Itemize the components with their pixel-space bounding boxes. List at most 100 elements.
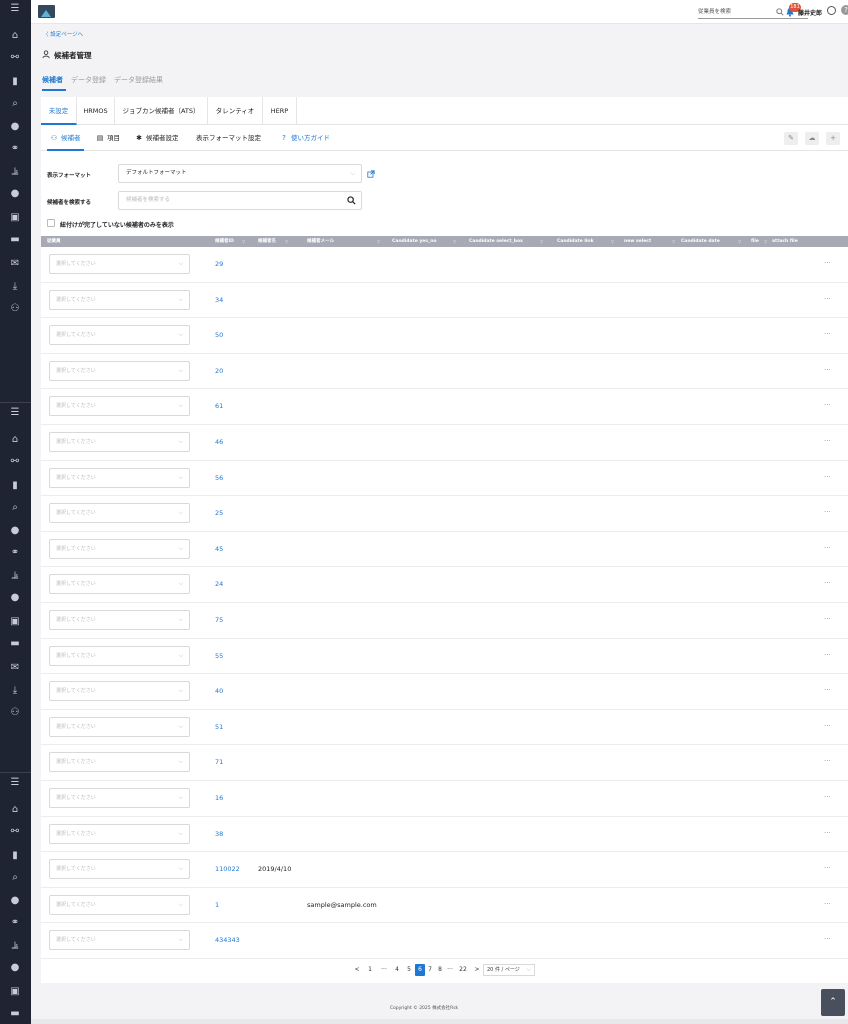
- subtab-candidates[interactable]: ⚇ 候補者: [47, 125, 84, 151]
- column-header[interactable]: file: [751, 236, 759, 247]
- more-actions-icon[interactable]: ···: [824, 318, 831, 353]
- employee-select[interactable]: 選択してください ⌵: [49, 503, 190, 524]
- external-link-icon[interactable]: [367, 170, 375, 178]
- candidate-id-link[interactable]: 45: [215, 532, 223, 567]
- book-icon[interactable]: ▬: [8, 637, 22, 651]
- more-actions-icon[interactable]: ···: [824, 745, 831, 780]
- employee-select[interactable]: 選択してください ⌵: [49, 538, 190, 559]
- employee-select[interactable]: 選択してください ⌵: [49, 325, 190, 346]
- subtab-candidate-settings[interactable]: ✱ 候補者設定: [135, 125, 178, 151]
- scroll-to-top-button[interactable]: ⌃: [821, 989, 845, 1016]
- more-actions-icon[interactable]: ···: [824, 639, 831, 674]
- more-actions-icon[interactable]: ···: [824, 532, 831, 567]
- org-chart-icon[interactable]: ⚯: [8, 455, 22, 469]
- user-settings-icon[interactable]: ⚇: [8, 302, 22, 316]
- employee-select[interactable]: 選択してください ⌵: [49, 396, 190, 417]
- help-icon[interactable]: ?: [841, 5, 848, 15]
- column-header[interactable]: Candidate link: [557, 236, 594, 247]
- more-actions-icon[interactable]: ···: [824, 283, 831, 318]
- unlinked-only-checkbox[interactable]: [47, 219, 55, 227]
- column-header[interactable]: 従業員: [47, 236, 61, 247]
- chat-icon[interactable]: ●: [8, 524, 22, 538]
- candidate-id-link[interactable]: 110022: [215, 852, 240, 887]
- tab-registration-results[interactable]: データ登録結果: [114, 75, 163, 85]
- filter-icon[interactable]: ▽: [672, 236, 675, 247]
- page-button[interactable]: ···: [380, 964, 388, 976]
- filter-icon[interactable]: ▽: [242, 236, 245, 247]
- page-button[interactable]: 4: [393, 964, 401, 976]
- search-icon[interactable]: ⌕: [8, 501, 22, 515]
- chat-icon[interactable]: ●: [8, 120, 22, 134]
- employee-select[interactable]: 選択してください ⌵: [49, 432, 190, 452]
- candidate-id-link[interactable]: 51: [215, 710, 223, 745]
- page-size-select[interactable]: 20 件 / ページ ⌵: [483, 964, 535, 976]
- candidate-id-link[interactable]: 46: [215, 425, 223, 460]
- page-button[interactable]: 6: [415, 964, 425, 976]
- column-header[interactable]: 候補者ID: [215, 236, 234, 247]
- tab-herp[interactable]: HERP: [263, 97, 297, 125]
- home-icon[interactable]: ⌂: [8, 29, 22, 43]
- candidate-id-link[interactable]: 38: [215, 817, 223, 852]
- more-actions-icon[interactable]: ···: [824, 674, 831, 709]
- id-card-icon[interactable]: ▣: [8, 985, 22, 999]
- link-icon[interactable]: ⚭: [8, 142, 22, 156]
- column-header[interactable]: Candidate yes_no: [392, 236, 437, 247]
- candidate-id-link[interactable]: 55: [215, 639, 223, 674]
- chart-icon[interactable]: ⫡: [8, 939, 22, 953]
- employee-select[interactable]: 選択してください ⌵: [49, 788, 190, 808]
- more-actions-icon[interactable]: ···: [824, 710, 831, 745]
- prev-page-button[interactable]: <: [353, 964, 361, 976]
- menu-icon[interactable]: ☰: [8, 2, 22, 16]
- employee-select[interactable]: 選択してください ⌵: [49, 254, 190, 274]
- column-header[interactable]: 候補者メール: [307, 236, 334, 247]
- employee-select[interactable]: 選択してください ⌵: [49, 574, 190, 595]
- candidate-id-link[interactable]: 29: [215, 247, 223, 282]
- edit-button[interactable]: ✎: [784, 132, 798, 145]
- more-actions-icon[interactable]: ···: [824, 354, 831, 389]
- employee-select[interactable]: 選択してください ⌵: [49, 610, 190, 630]
- candidate-id-link[interactable]: 34: [215, 283, 223, 318]
- column-header[interactable]: 候補者名: [258, 236, 276, 247]
- download-icon[interactable]: ⤓: [8, 684, 22, 698]
- filter-icon[interactable]: ▽: [540, 236, 543, 247]
- menu-icon[interactable]: ☰: [8, 776, 22, 790]
- page-button[interactable]: 22: [459, 964, 467, 976]
- subtab-format-settings[interactable]: 表示フォーマット設定: [196, 125, 261, 151]
- page-button[interactable]: 7: [426, 964, 434, 976]
- more-actions-icon[interactable]: ···: [824, 852, 831, 887]
- candidate-id-link[interactable]: 20: [215, 354, 223, 389]
- candidate-id-link[interactable]: 50: [215, 318, 223, 353]
- employee-select[interactable]: 選択してください ⌵: [49, 752, 190, 773]
- employee-select[interactable]: 選択してください ⌵: [49, 823, 190, 844]
- employee-select[interactable]: 選択してください ⌵: [49, 859, 190, 880]
- org-chart-icon[interactable]: ⚯: [8, 825, 22, 839]
- app-logo[interactable]: [38, 5, 55, 18]
- tab-talentio[interactable]: タレンティオ: [208, 97, 263, 125]
- filter-icon[interactable]: ▽: [285, 236, 288, 247]
- tab-candidates[interactable]: 候補者: [42, 75, 63, 85]
- document-icon[interactable]: ▮: [8, 849, 22, 863]
- add-button[interactable]: +: [826, 132, 840, 145]
- filter-icon[interactable]: ▽: [738, 236, 741, 247]
- candidate-id-link[interactable]: 25: [215, 496, 223, 531]
- column-header[interactable]: attach file: [772, 236, 798, 247]
- candidate-id-link[interactable]: 61: [215, 389, 223, 424]
- more-actions-icon[interactable]: ···: [824, 923, 831, 958]
- more-actions-icon[interactable]: ···: [824, 781, 831, 816]
- tab-data-registration[interactable]: データ登録: [71, 75, 106, 85]
- page-button[interactable]: 5: [405, 964, 413, 976]
- info-icon[interactable]: ●: [8, 591, 22, 605]
- next-page-button[interactable]: >: [473, 964, 481, 976]
- employee-select[interactable]: 選択してください ⌵: [49, 716, 190, 737]
- org-chart-icon[interactable]: ⚯: [8, 51, 22, 65]
- chart-icon[interactable]: ⫡: [8, 569, 22, 583]
- format-select[interactable]: デフォルトフォーマット ⌵: [118, 164, 362, 183]
- back-to-settings-link[interactable]: 〈 設定ページへ: [43, 30, 83, 38]
- more-actions-icon[interactable]: ···: [824, 461, 831, 496]
- employee-select[interactable]: 選択してください ⌵: [49, 645, 190, 666]
- user-settings-icon[interactable]: ⚇: [8, 706, 22, 720]
- candidate-id-link[interactable]: 24: [215, 567, 223, 602]
- tab-unset[interactable]: 未設定: [41, 97, 77, 125]
- candidate-id-link[interactable]: 71: [215, 745, 223, 780]
- id-card-icon[interactable]: ▣: [8, 615, 22, 629]
